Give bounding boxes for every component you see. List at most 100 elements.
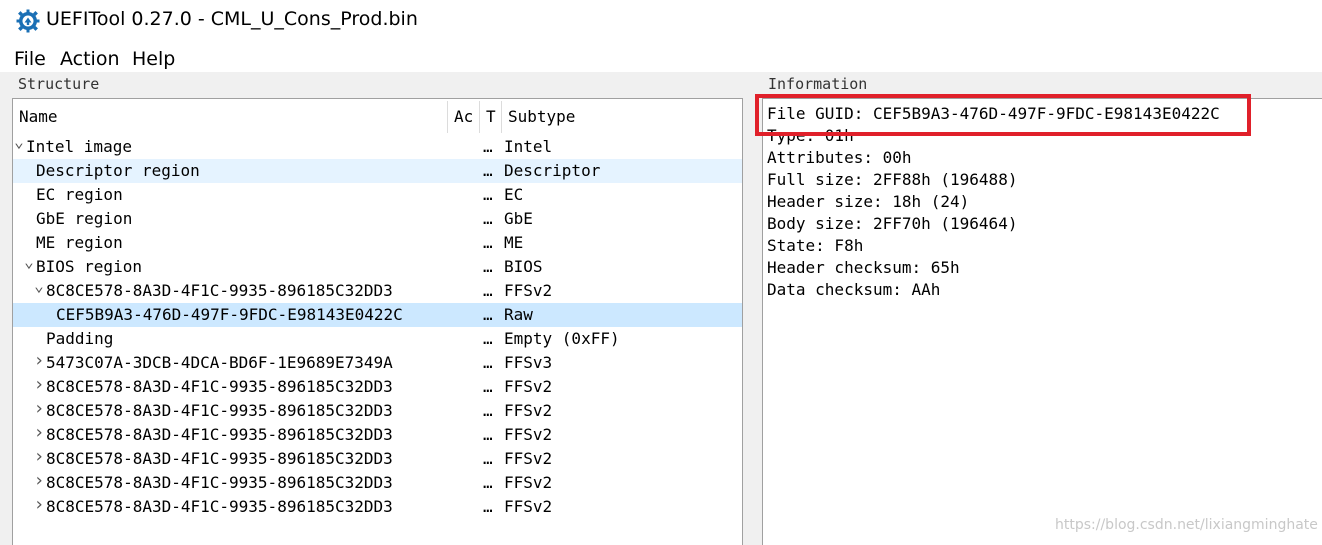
guid-highlight-annotation — [755, 94, 1251, 136]
tree-row-subtype: Empty (0xFF) — [504, 329, 620, 348]
tree-row-subtype: BIOS — [504, 257, 543, 276]
tree-row[interactable]: › 8C8CE578-8A3D-4F1C-9935-896185C32DD3 … FF… — [13, 399, 742, 423]
tree-row[interactable]: › 8C8CE578-8A3D-4F1C-9935-896185C32DD3 … FF… — [13, 375, 742, 399]
info-line: Header checksum: 65h — [767, 258, 960, 277]
column-header-action[interactable]: Ac — [448, 99, 479, 135]
tree-row-action: … — [483, 209, 493, 228]
tree-row-action: … — [483, 329, 493, 348]
tree-row[interactable]: › 8C8CE578-8A3D-4F1C-9935-896185C32DD3 … FF… — [13, 423, 742, 447]
menu-action[interactable]: Action — [60, 48, 120, 70]
tree-row-subtype: FFSv2 — [504, 425, 553, 444]
info-line: Header size: 18h (24) — [767, 192, 970, 211]
tree-row-name: Padding — [46, 329, 114, 348]
window-title: UEFITool 0.27.0 - CML_U_Cons_Prod.bin — [46, 8, 418, 30]
tree-row-action: … — [483, 137, 493, 156]
info-line: Data checksum: AAh — [767, 280, 941, 299]
panel-splitter[interactable] — [748, 74, 756, 545]
chevron-right-icon[interactable]: › — [33, 400, 45, 418]
tree-row-name: 8C8CE578-8A3D-4F1C-9935-896185C32DD3 — [46, 401, 393, 420]
column-header-subtype[interactable]: Subtype — [502, 99, 742, 135]
tree-row[interactable]: ⌄ Intel image … Intel — [13, 134, 742, 159]
uefitool-gear-icon — [16, 9, 40, 33]
tree-row-name: GbE region — [36, 209, 133, 228]
column-header-type[interactable]: T — [480, 99, 501, 135]
tree-row-action: … — [483, 305, 493, 324]
tree-row-subtype: Raw — [504, 305, 533, 324]
tree-row-subtype: FFSv2 — [504, 281, 553, 300]
uefitool-window: UEFITool 0.27.0 - CML_U_Cons_Prod.bin Fi… — [0, 0, 1322, 545]
structure-group-title: Structure — [15, 75, 103, 93]
tree-row[interactable]: GbE region … GbE — [13, 207, 742, 231]
chevron-right-icon[interactable]: › — [33, 376, 45, 394]
information-panel[interactable]: File GUID: CEF5B9A3-476D-497F-9FDC-E9814… — [762, 98, 1322, 545]
tree-row-name: EC region — [36, 185, 123, 204]
tree-row-action: … — [483, 449, 493, 468]
tree-row-name: BIOS region — [36, 257, 142, 276]
tree-row[interactable]: EC region … EC — [13, 183, 742, 207]
tree-row-subtype: Intel — [504, 137, 553, 156]
menu-help[interactable]: Help — [132, 48, 175, 70]
chevron-right-icon[interactable]: › — [33, 424, 45, 442]
tree-row[interactable]: Descriptor region … Descriptor — [13, 159, 742, 183]
chevron-down-icon[interactable]: ⌄ — [13, 134, 25, 150]
tree-row[interactable]: ME region … ME — [13, 231, 742, 255]
tree-row-action: … — [483, 233, 493, 252]
chevron-right-icon[interactable]: › — [33, 496, 45, 514]
tree-row-action: … — [483, 281, 493, 300]
tree-row-subtype: GbE — [504, 209, 533, 228]
tree-row[interactable]: ⌄ 8C8CE578-8A3D-4F1C-9935-896185C32DD3 … FF… — [13, 278, 742, 303]
tree-row-subtype: FFSv2 — [504, 377, 553, 396]
tree-row-action: … — [483, 401, 493, 420]
chevron-right-icon[interactable]: › — [33, 472, 45, 490]
tree-row-action: … — [483, 425, 493, 444]
tree-row-action: … — [483, 257, 493, 276]
info-line: Attributes: 00h — [767, 148, 912, 167]
tree-row-name: 8C8CE578-8A3D-4F1C-9935-896185C32DD3 — [46, 497, 393, 516]
column-header-name[interactable]: Name — [13, 99, 447, 135]
tree-row[interactable]: Padding … Empty (0xFF) — [13, 327, 742, 351]
tree-header: Name Ac T Subtype — [13, 99, 742, 135]
tree-row-action: … — [483, 497, 493, 516]
tree-row-subtype: FFSv2 — [504, 497, 553, 516]
tree-row[interactable]: CEF5B9A3-476D-497F-9FDC-E98143E0422C … Raw — [13, 303, 742, 327]
tree-row-name: 8C8CE578-8A3D-4F1C-9935-896185C32DD3 — [46, 449, 393, 468]
tree-row[interactable]: › 8C8CE578-8A3D-4F1C-9935-896185C32DD3 … FF… — [13, 447, 742, 471]
info-line: Body size: 2FF70h (196464) — [767, 214, 1018, 233]
tree-row-subtype: ME — [504, 233, 524, 252]
menu-bar: File Action Help — [0, 44, 1322, 72]
tree-row-name: 8C8CE578-8A3D-4F1C-9935-896185C32DD3 — [46, 425, 393, 444]
tree-body: ⌄ Intel image… Intel Descriptor region… Desc… — [13, 134, 742, 519]
menu-file[interactable]: File — [14, 48, 46, 70]
tree-row-name: CEF5B9A3-476D-497F-9FDC-E98143E0422C — [56, 305, 403, 324]
tree-row-action: … — [483, 185, 493, 204]
tree-row-action: … — [483, 161, 493, 180]
tree-row-action: … — [483, 473, 493, 492]
tree-row-name: 5473C07A-3DCB-4DCA-BD6F-1E9689E7349A — [46, 353, 393, 372]
chevron-right-icon[interactable]: › — [33, 352, 45, 370]
tree-row[interactable]: ⌄ BIOS region … BIOS — [13, 254, 742, 279]
tree-row-subtype: FFSv3 — [504, 353, 553, 372]
tree-row-subtype: EC — [504, 185, 524, 204]
tree-row-name: 8C8CE578-8A3D-4F1C-9935-896185C32DD3 — [46, 473, 393, 492]
tree-row-name: Descriptor region — [36, 161, 200, 180]
info-line: State: F8h — [767, 236, 864, 255]
chevron-down-icon[interactable]: ⌄ — [33, 278, 45, 294]
tree-row[interactable]: › 8C8CE578-8A3D-4F1C-9935-896185C32DD3 … FF… — [13, 495, 742, 519]
chevron-right-icon[interactable]: › — [33, 448, 45, 466]
info-line: Full size: 2FF88h (196488) — [767, 170, 1018, 189]
tree-row-name: 8C8CE578-8A3D-4F1C-9935-896185C32DD3 — [46, 281, 393, 300]
tree-row-action: … — [483, 377, 493, 396]
tree-row-subtype: Descriptor — [504, 161, 601, 180]
structure-tree[interactable]: Name Ac T Subtype ⌄ Intel image… Intel Desc… — [12, 98, 743, 545]
chevron-down-icon[interactable]: ⌄ — [23, 254, 35, 270]
tree-row[interactable]: › 5473C07A-3DCB-4DCA-BD6F-1E9689E7349A … FF… — [13, 351, 742, 375]
tree-row-name: Intel image — [26, 137, 132, 156]
tree-row-name: 8C8CE578-8A3D-4F1C-9935-896185C32DD3 — [46, 377, 393, 396]
title-bar: UEFITool 0.27.0 - CML_U_Cons_Prod.bin — [0, 0, 1322, 44]
tree-row-subtype: FFSv2 — [504, 449, 553, 468]
watermark: https://blog.csdn.net/lixiangminghate — [1055, 517, 1318, 533]
tree-row-name: ME region — [36, 233, 123, 252]
tree-row-action: … — [483, 353, 493, 372]
information-group-title: Information — [765, 75, 871, 93]
tree-row[interactable]: › 8C8CE578-8A3D-4F1C-9935-896185C32DD3 … FF… — [13, 471, 742, 495]
